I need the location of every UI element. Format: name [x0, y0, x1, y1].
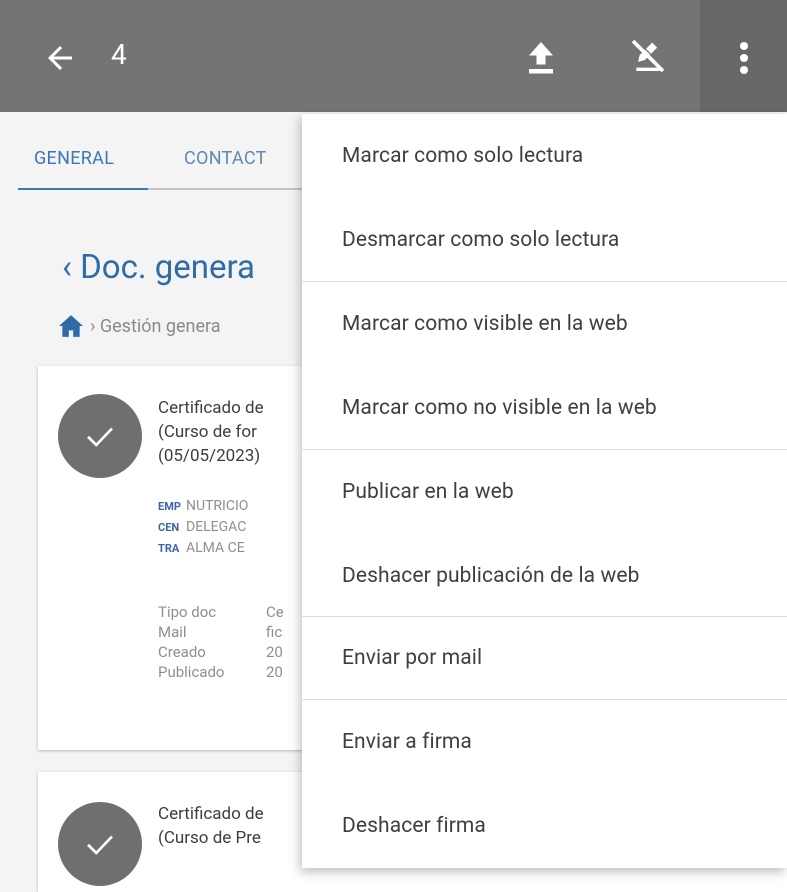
more-options-button[interactable] — [700, 0, 787, 112]
tag-value: NUTRICIO — [186, 498, 249, 514]
menu-divider — [302, 449, 787, 450]
meta-value: fic — [266, 623, 283, 641]
menu-item-unmark-read-only[interactable]: Desmarcar como solo lectura — [342, 228, 619, 252]
breadcrumb-item[interactable]: › Gestión genera — [90, 316, 221, 337]
tab-general[interactable]: GENERAL — [34, 148, 114, 169]
upload-icon[interactable] — [523, 37, 559, 77]
selected-check-badge[interactable] — [58, 802, 142, 886]
page-title[interactable]: ‹ Doc. genera — [62, 248, 255, 287]
more-vertical-icon-dot — [740, 66, 748, 74]
tab-active-indicator — [18, 188, 148, 190]
selection-count: 4 — [111, 38, 128, 71]
menu-item-undo-signature[interactable]: Deshacer firma — [342, 814, 486, 838]
menu-divider — [302, 699, 787, 700]
document-title: Certificado de (Curso de Pre — [158, 804, 264, 848]
home-icon[interactable] — [58, 314, 84, 338]
menu-item-mark-visible-web[interactable]: Marcar como visible en la web — [342, 312, 628, 336]
check-icon — [87, 427, 113, 447]
menu-item-mark-read-only[interactable]: Marcar como solo lectura — [342, 144, 583, 168]
tag-key: CEN — [158, 521, 180, 534]
more-vertical-icon-dot — [740, 42, 748, 50]
tag-key: EMP — [158, 500, 181, 513]
document-meta: Tipo doc Ce Mail fic Creado 20 Publicado 20 — [158, 602, 284, 682]
menu-item-send-mail[interactable]: Enviar por mail — [342, 646, 482, 670]
meta-row: Publicado 20 — [158, 662, 284, 682]
actions-menu: Marcar como solo lectura Desmarcar como … — [302, 114, 787, 868]
breadcrumb: › Gestión genera — [58, 314, 221, 338]
meta-value: Ce — [266, 603, 284, 621]
meta-key: Tipo doc — [158, 603, 217, 621]
tag-row: TRA ALMA CE — [158, 538, 248, 559]
meta-row: Creado 20 — [158, 642, 284, 662]
meta-row: Mail fic — [158, 622, 284, 642]
document-title: Certificado de (Curso de for (05/05/2023… — [158, 398, 264, 466]
check-icon — [87, 835, 113, 855]
tag-value: DELEGAC — [186, 519, 247, 535]
tab-contact[interactable]: CONTACT — [184, 148, 267, 169]
arrow-left-icon[interactable] — [42, 40, 78, 76]
selected-check-badge[interactable] — [58, 394, 142, 478]
tag-value: ALMA CE — [186, 540, 245, 556]
meta-value: 20 — [266, 643, 283, 661]
tag-row: EMP NUTRICIO — [158, 496, 248, 517]
menu-divider — [302, 281, 787, 282]
meta-value: 20 — [266, 663, 283, 681]
menu-item-send-signature[interactable]: Enviar a firma — [342, 730, 472, 754]
app-toolbar: 4 — [0, 0, 787, 112]
meta-key: Publicado — [158, 663, 225, 681]
menu-divider — [302, 616, 787, 617]
tag-key: TRA — [158, 542, 180, 555]
menu-item-publish-web[interactable]: Publicar en la web — [342, 480, 514, 504]
more-vertical-icon-dot — [740, 54, 748, 62]
menu-item-unpublish-web[interactable]: Deshacer publicación de la web — [342, 564, 640, 588]
tag-row: CEN DELEGAC — [158, 517, 248, 538]
document-tags: EMP NUTRICIO CEN DELEGAC TRA ALMA CE — [158, 496, 248, 559]
meta-row: Tipo doc Ce — [158, 602, 284, 622]
meta-key: Mail — [158, 623, 187, 641]
meta-key: Creado — [158, 643, 206, 661]
no-sign-icon[interactable] — [628, 36, 668, 76]
menu-item-mark-not-visible-web[interactable]: Marcar como no visible en la web — [342, 396, 657, 420]
